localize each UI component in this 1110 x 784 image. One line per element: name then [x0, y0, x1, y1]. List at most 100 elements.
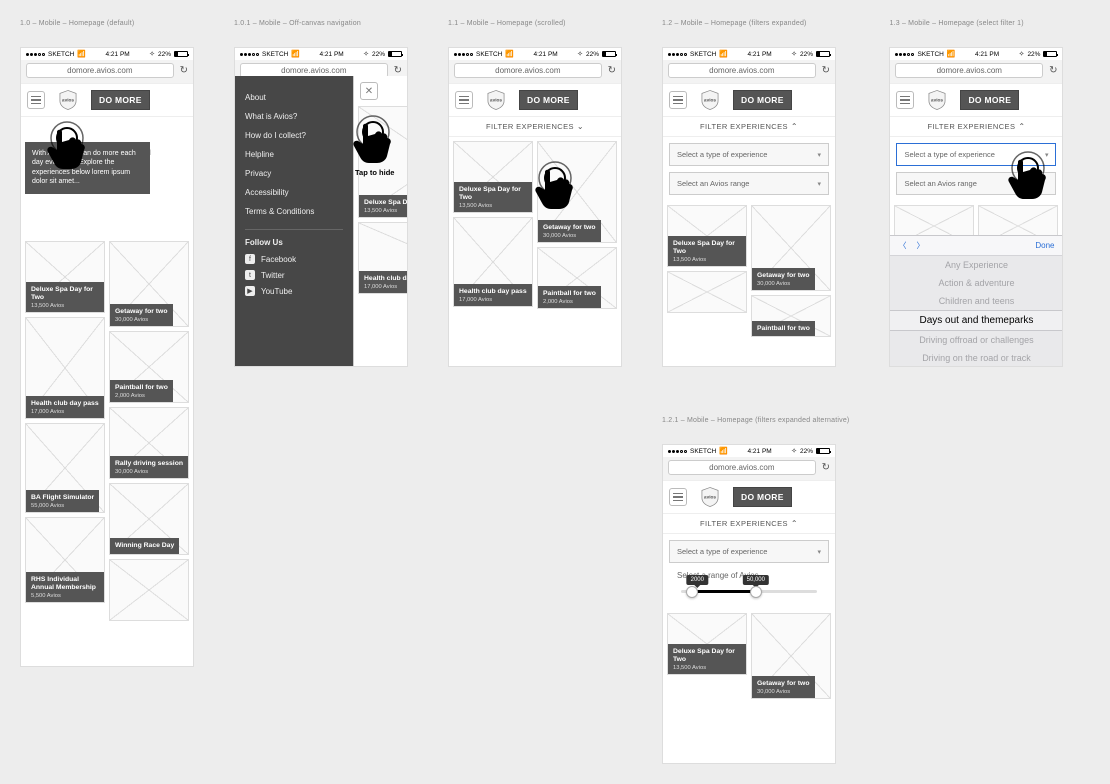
experience-card[interactable]: Deluxe Spa Day for Two13,500 Avios	[358, 106, 408, 218]
facebook-icon: f	[245, 254, 255, 264]
chevron-up-icon: ⌃	[791, 122, 798, 131]
url-field[interactable]: domore.avios.com	[668, 460, 816, 475]
screen-homepage-default: SKETCH 📶 4:21 PM ✧ 22% domore.avios.com …	[20, 47, 194, 667]
caret-down-icon: ▾	[817, 180, 821, 188]
battery-icon	[816, 448, 830, 454]
wifi-icon: 📶	[505, 50, 514, 58]
bluetooth-icon: ✧	[577, 50, 583, 58]
refresh-icon[interactable]: ↻	[822, 462, 830, 473]
url-field[interactable]: domore.avios.com	[454, 63, 602, 78]
refresh-icon[interactable]: ↻	[1049, 65, 1057, 76]
experience-card[interactable]	[667, 271, 747, 313]
wifi-icon: 📶	[291, 50, 300, 58]
avios-logo	[51, 89, 85, 111]
experience-card[interactable]	[109, 559, 189, 621]
nav-item[interactable]: How do I collect?	[245, 126, 343, 145]
bluetooth-icon: ✧	[1019, 50, 1025, 58]
refresh-icon[interactable]: ↻	[608, 65, 616, 76]
experience-type-select[interactable]: Select a type of experience▾	[669, 143, 829, 166]
bluetooth-icon: ✧	[791, 447, 797, 455]
experience-card[interactable]: Getaway for two30,000 Avios	[751, 613, 831, 699]
menu-button[interactable]	[669, 91, 687, 109]
experience-card[interactable]: Rally driving session30,000 Avios	[109, 407, 189, 479]
wifi-icon: 📶	[719, 447, 728, 455]
bluetooth-icon: ✧	[363, 50, 369, 58]
nav-item[interactable]: Terms & Conditions	[245, 202, 343, 221]
experience-card[interactable]: RHS Individual Annual Membership5,500 Av…	[25, 517, 105, 603]
avios-range-select[interactable]: Select an Avios range	[896, 172, 1056, 195]
experience-card[interactable]: Health club day pass17,000 Avios	[358, 222, 408, 294]
follow-heading: Follow Us	[245, 238, 343, 247]
picker-done[interactable]: Done	[1035, 241, 1054, 250]
social-facebook[interactable]: fFacebook	[245, 251, 343, 267]
battery-icon	[388, 51, 402, 57]
range-thumb-max[interactable]	[750, 586, 762, 598]
experience-card[interactable]: Paintball for two	[751, 295, 831, 337]
chevron-up-icon: ⌃	[1018, 122, 1025, 131]
picker-prev[interactable]: 〈	[898, 241, 906, 250]
nav-drawer: About What is Avios? How do I collect? H…	[235, 76, 353, 366]
intro-copy: With Avios you can do more each day ever…	[25, 142, 150, 194]
nav-item[interactable]: Helpline	[245, 145, 343, 164]
social-twitter[interactable]: tTwitter	[245, 267, 343, 283]
url-field[interactable]: domore.avios.com	[668, 63, 816, 78]
domore-badge: DO MORE	[960, 90, 1019, 110]
chevron-down-icon: ⌄	[577, 122, 584, 131]
menu-button[interactable]	[896, 91, 914, 109]
nav-item[interactable]: About	[245, 88, 343, 107]
wireframe-canvas: 1.0 – Mobile – Homepage (default) SKETCH…	[20, 20, 1090, 764]
nav-item[interactable]: Privacy	[245, 164, 343, 183]
filter-toggle[interactable]: FILTER EXPERIENCES⌄	[449, 117, 621, 137]
experience-card[interactable]: Health club day pass17,000 Avios	[453, 217, 533, 307]
range-thumb-min[interactable]	[686, 586, 698, 598]
experience-card[interactable]: Deluxe Spa Day for Two13,500 Avios	[667, 613, 747, 675]
avios-range-select[interactable]: Select an Avios range▾	[669, 172, 829, 195]
screen-label: 1.3 – Mobile – Homepage (select filter 1…	[889, 20, 1063, 27]
experience-card[interactable]: Deluxe Spa Day for Two13,500 Avios	[453, 141, 533, 213]
url-field[interactable]: domore.avios.com	[895, 63, 1043, 78]
battery-icon	[816, 51, 830, 57]
filter-toggle[interactable]: FILTER EXPERIENCES⌃	[663, 117, 835, 137]
experience-card[interactable]: Deluxe Spa Day for Two13,500 Avios	[25, 241, 105, 313]
picker-next[interactable]: 〉	[916, 241, 924, 250]
screen-select-filter-1: SKETCH📶4:21 PM✧22% domore.avios.com↻ DO …	[889, 47, 1063, 367]
refresh-icon[interactable]: ↻	[180, 65, 188, 76]
experience-card[interactable]: Paintball for two2,000 Avios	[537, 247, 617, 309]
filter-toggle[interactable]: FILTER EXPERIENCES⌃	[890, 117, 1062, 137]
filter-toggle[interactable]: FILTER EXPERIENCES⌃	[663, 514, 835, 534]
experience-card[interactable]: Deluxe Spa Day for Two13,500 Avios	[667, 205, 747, 267]
experience-type-select[interactable]: Select a type of experience▾	[669, 540, 829, 563]
caret-down-icon: ▾	[817, 151, 821, 159]
screen-label: 1.1 – Mobile – Homepage (scrolled)	[448, 20, 622, 27]
domore-badge: DO MORE	[733, 487, 792, 507]
pushed-content: ✕ Deluxe Spa Day for Two13,500 Avios Hea…	[353, 76, 408, 366]
experience-card[interactable]: Getaway for two30,000 Avios	[537, 141, 617, 243]
nav-item[interactable]: Accessibility	[245, 183, 343, 202]
browser-urlbar: domore.avios.com ↻	[21, 60, 193, 83]
refresh-icon[interactable]: ↻	[394, 65, 402, 76]
url-field[interactable]: domore.avios.com	[26, 63, 174, 78]
experience-card[interactable]: Getaway for two30,000 Avios	[751, 205, 831, 291]
menu-button[interactable]	[455, 91, 473, 109]
wifi-icon: 📶	[719, 50, 728, 58]
experience-type-select[interactable]: Select a type of experience▾	[896, 143, 1056, 166]
experience-card[interactable]: Getaway for two30,000 Avios	[109, 241, 189, 327]
social-youtube[interactable]: ▶YouTube	[245, 283, 343, 299]
screen-homepage-scrolled: SKETCH📶4:21 PM✧22% domore.avios.com↻ DO …	[448, 47, 622, 367]
experience-card[interactable]: Paintball for two2,000 Avios	[109, 331, 189, 403]
screen-label: 1.0.1 – Mobile – Off-canvas navigation	[234, 20, 408, 27]
experience-card[interactable]: Winning Race Day	[109, 483, 189, 555]
refresh-icon[interactable]: ↻	[822, 65, 830, 76]
menu-button[interactable]	[669, 488, 687, 506]
nav-item[interactable]: What is Avios?	[245, 107, 343, 126]
battery-icon	[602, 51, 616, 57]
avios-range-slider[interactable]: Select a range of Avios 2000 50,000	[669, 565, 829, 603]
experience-card[interactable]: BA Flight Simulator55,000 Avios	[25, 423, 105, 513]
menu-button[interactable]	[27, 91, 45, 109]
screen-filters-expanded: SKETCH📶4:21 PM✧22% domore.avios.com↻ DO …	[662, 47, 836, 367]
bluetooth-icon: ✧	[149, 50, 155, 58]
close-button[interactable]: ✕	[360, 82, 378, 100]
picker-wheel[interactable]: Any Experience Action & adventure Childr…	[890, 256, 1062, 366]
experience-card[interactable]: Health club day pass17,000 Avios	[25, 317, 105, 419]
ios-picker: 〈 〉 Done Any Experience Action & adventur…	[890, 235, 1062, 366]
